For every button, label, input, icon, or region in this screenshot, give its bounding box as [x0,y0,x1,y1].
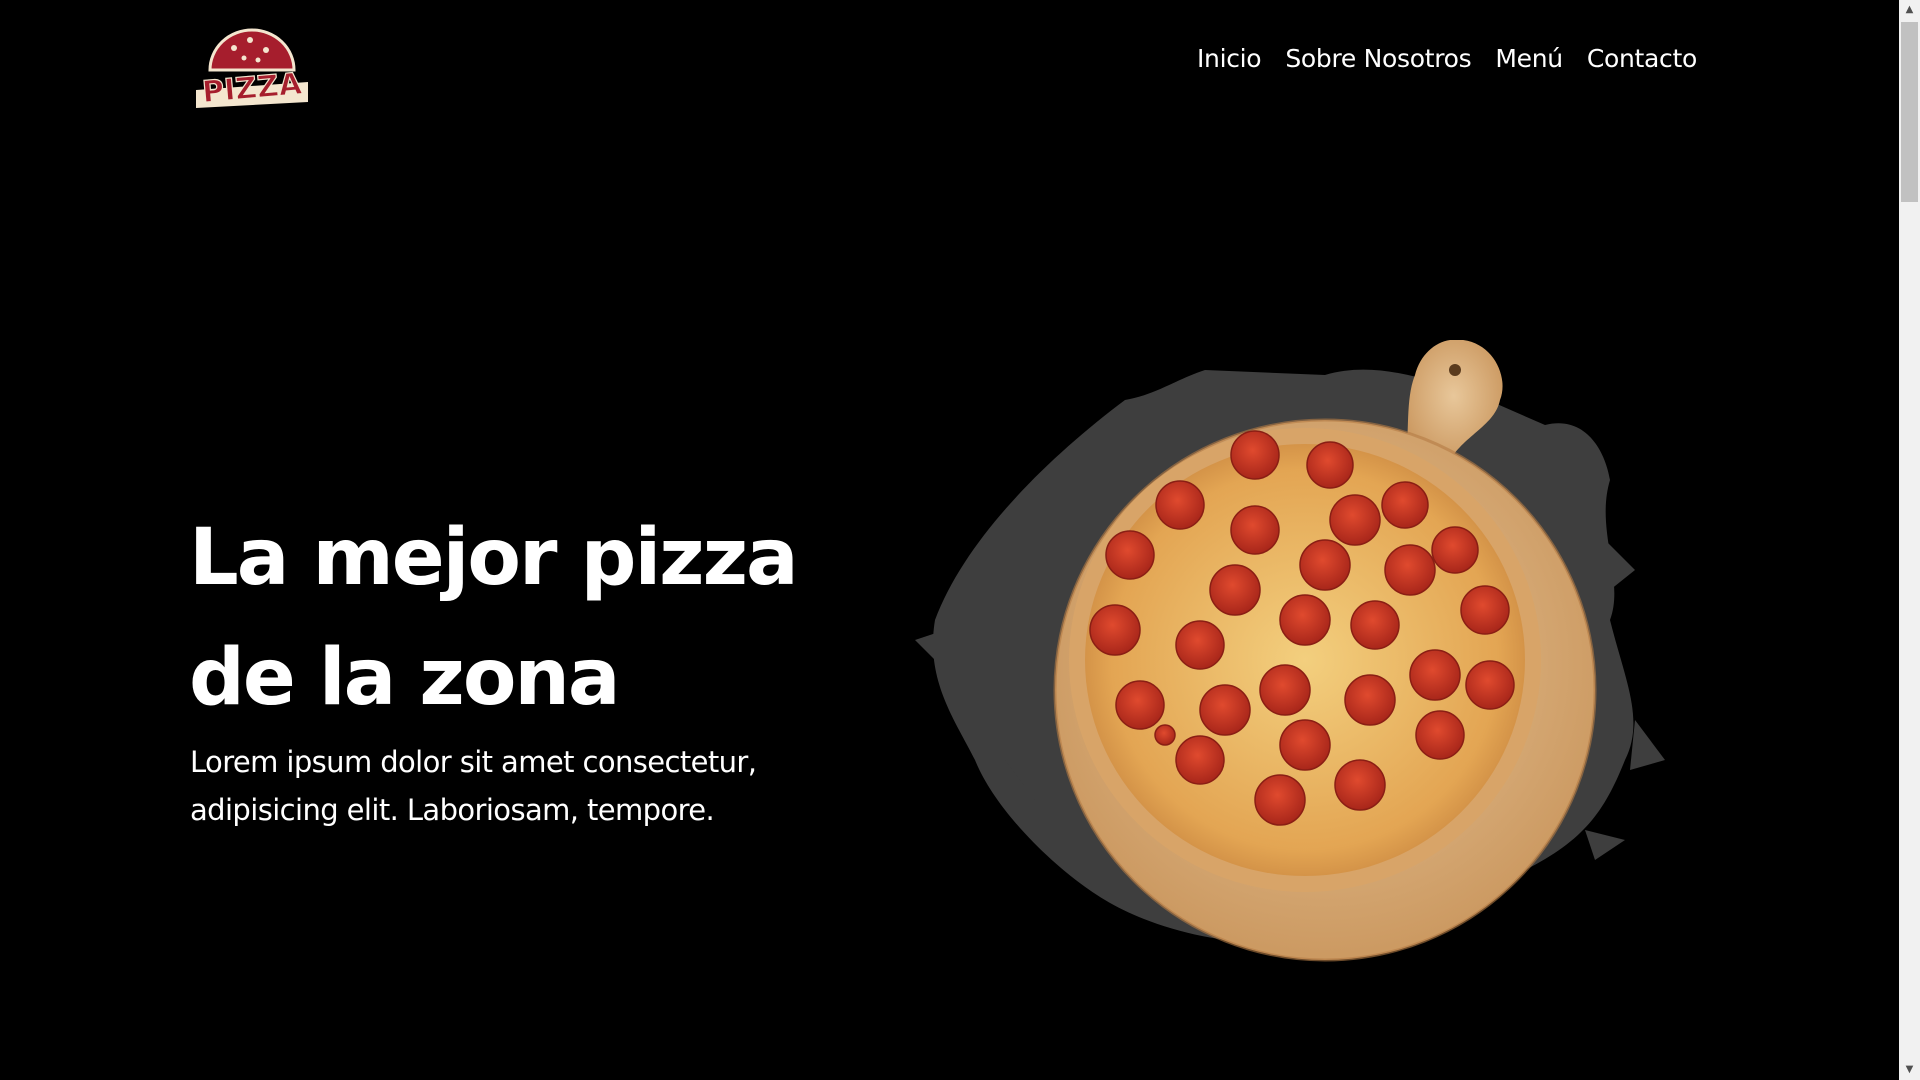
logo[interactable]: PIZZA [192,18,312,111]
page-scrollbar[interactable]: ▲ ▼ [1899,0,1920,1080]
nav-link-contacto[interactable]: Contacto [1587,44,1697,73]
page: PIZZA Inicio Sobre Nosotros Menú Contact… [0,0,1899,1080]
hero-title-line-1: La mejor pizza [189,513,799,603]
scrollbar-thumb[interactable] [1901,22,1918,202]
nav-link-menu[interactable]: Menú [1495,44,1563,73]
hero-description: Lorem ipsum dolor sit amet consectetur, … [190,745,757,827]
nav-link-sobre-nosotros[interactable]: Sobre Nosotros [1285,44,1471,73]
logo-wordmark: PIZZA [201,67,304,110]
chevron-down-icon[interactable]: ▼ [1899,1060,1920,1080]
pizza-image-icon [915,339,1665,962]
nav-link-inicio[interactable]: Inicio [1197,44,1262,73]
hero-pizza-image [905,339,1715,980]
hero-title-line-2: de la zona [189,633,621,723]
pizza-logo-icon: PIZZA [196,28,308,111]
hero-title: La mejor pizza de la zona [189,498,889,738]
chevron-up-icon[interactable]: ▲ [1899,0,1920,20]
main-nav: Inicio Sobre Nosotros Menú Contacto [1197,44,1697,73]
